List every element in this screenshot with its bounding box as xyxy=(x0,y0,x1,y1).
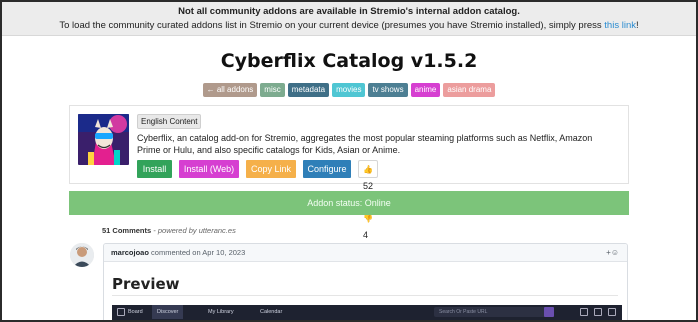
comments-count[interactable]: 51 Comments xyxy=(102,226,151,235)
notice-line-2-text: To load the community curated addons lis… xyxy=(59,20,605,31)
copy-link-button[interactable]: Copy Link xyxy=(246,160,296,178)
configure-button[interactable]: Configure xyxy=(303,160,351,178)
heading-divider xyxy=(112,295,618,296)
ss-search-input: Search Or Paste URL xyxy=(434,307,552,317)
notice-line-1: Not all community addons are available i… xyxy=(178,6,520,17)
comment-meta: commented on Apr 10, 2023 xyxy=(148,248,246,257)
ss-puzzle-icon xyxy=(580,308,588,316)
tag-all-addons[interactable]: ← all addons xyxy=(202,83,258,97)
language-badge: English Content xyxy=(137,114,202,129)
ss-nav-discover: Discover xyxy=(152,305,184,319)
addon-description: Cyberflix, an catalog add-on for Stremio… xyxy=(137,133,593,155)
thumbs-down-icon[interactable]: 👎 xyxy=(363,214,373,223)
downvote-count: 4 xyxy=(363,230,369,240)
vote-box: 👍 52 👎 4 xyxy=(358,160,379,240)
page-title: Cyberflix Catalog v1.5.2 xyxy=(220,50,478,72)
addon-logo xyxy=(78,114,129,165)
thumbs-up-icon[interactable]: 👍 xyxy=(363,165,373,174)
ss-profile-icon xyxy=(608,308,616,316)
install-web-button[interactable]: Install (Web) xyxy=(179,160,239,178)
board-icon xyxy=(117,308,125,316)
comment-author[interactable]: marcojoao xyxy=(111,248,149,257)
ss-nav-board: Board xyxy=(128,309,143,315)
this-link[interactable]: this link xyxy=(604,20,636,31)
notice-line-2-suffix: ! xyxy=(635,20,639,31)
upvote-count: 52 xyxy=(363,181,374,191)
tag-anime[interactable]: anime xyxy=(410,83,441,97)
install-button[interactable]: Install xyxy=(137,160,172,178)
tag-movies[interactable]: movies xyxy=(332,83,366,97)
stremio-screenshot: Board Discover My Library Calendar Searc… xyxy=(112,305,622,321)
ss-nav-library: My Library xyxy=(208,309,234,315)
tag-metadata[interactable]: metadata xyxy=(287,83,330,97)
avatar[interactable] xyxy=(70,243,94,267)
tag-list: ← all addons misc metadata movies tv shows an… xyxy=(0,83,698,97)
tag-misc[interactable]: misc xyxy=(260,83,285,97)
comment-header: marcojoao commented on Apr 10, 2023 +☺ xyxy=(104,244,627,262)
comments-header: 51 Comments - powered by utteranc.es xyxy=(102,226,236,235)
addon-card: English Content Cyberflix, an catalog ad… xyxy=(69,105,629,240)
comment-box: marcojoao commented on Apr 10, 2023 +☺ P… xyxy=(103,243,628,322)
community-notice-banner: Not all community addons are available i… xyxy=(2,2,696,36)
tag-asian-drama[interactable]: asian drama xyxy=(443,83,496,97)
powered-by: - powered by utteranc.es xyxy=(151,226,236,235)
addon-status-bar: Addon status: Online xyxy=(69,191,629,215)
ss-nav-calendar: Calendar xyxy=(260,309,283,315)
notice-line-2: To load the community curated addons lis… xyxy=(2,19,696,33)
ss-fullscreen-icon xyxy=(594,308,602,316)
tag-tv-shows[interactable]: tv shows xyxy=(368,83,408,97)
ss-search-icon xyxy=(544,307,554,317)
add-reaction-icon[interactable]: +☺ xyxy=(606,244,619,262)
comment-heading: Preview xyxy=(112,275,180,293)
